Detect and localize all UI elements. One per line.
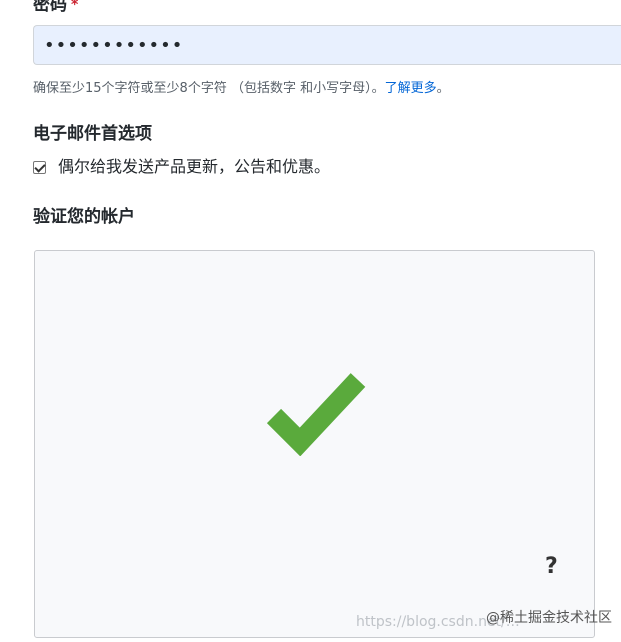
password-hint-suffix: 。	[436, 81, 450, 96]
password-input[interactable]	[33, 25, 621, 65]
question-mark-icon[interactable]: ?	[545, 554, 558, 579]
password-hint: 确保至少15个字符或至少8个字符 （包括数字 和小写字母）。了解更多。	[33, 80, 450, 98]
email-preferences-title: 电子邮件首选项	[33, 124, 152, 144]
learn-more-link[interactable]: 了解更多	[385, 81, 437, 96]
watermark-juejin: @稀土掘金技术社区	[486, 610, 612, 626]
email-opt-in-row[interactable]: 偶尔给我发送产品更新，公告和优惠。	[33, 156, 330, 178]
email-opt-in-checkbox[interactable]	[33, 160, 46, 174]
password-hint-text: 确保至少15个字符或至少8个字符 （包括数字 和小写字母）。	[33, 81, 385, 96]
required-asterisk: *	[71, 0, 79, 13]
email-opt-in-label: 偶尔给我发送产品更新，公告和优惠。	[58, 157, 331, 176]
check-mark-icon	[266, 373, 366, 456]
password-label-text: 密码	[33, 0, 67, 15]
verify-account-title: 验证您的帐户	[33, 207, 135, 227]
check-mark-stroke	[266, 373, 366, 456]
password-label: 密码 *	[33, 0, 78, 16]
signup-page: 密码* 确保至少15个字符或至少8个字符 （包括数字 和小写字母）。了解更多。 …	[0, 0, 621, 642]
